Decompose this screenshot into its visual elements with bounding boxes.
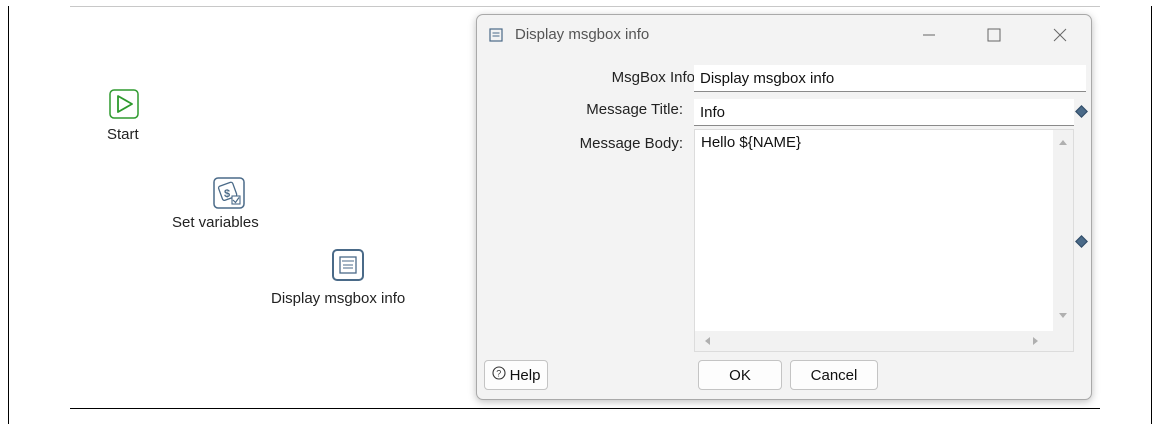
msgbox-dialog: Display msgbox info MsgBox Info Message … <box>476 14 1092 400</box>
help-button-label: Help <box>509 366 541 384</box>
ok-button-label: OK <box>729 366 751 384</box>
set-variables-icon: $ <box>213 177 245 214</box>
message-title-label: Message Title: <box>586 101 683 118</box>
msgbox-info-input[interactable] <box>694 65 1086 92</box>
frame-left-border <box>8 6 9 424</box>
msgbox-icon <box>332 249 364 286</box>
cancel-button[interactable]: Cancel <box>790 360 878 390</box>
node-label: Display msgbox info <box>271 290 406 307</box>
frame-top-border <box>70 6 1100 7</box>
maximize-button[interactable] <box>974 21 1014 49</box>
message-title-input[interactable] <box>694 99 1074 126</box>
help-button[interactable]: ? Help <box>484 360 548 390</box>
close-button[interactable] <box>1040 21 1080 49</box>
message-body-textarea[interactable]: Hello ${NAME} <box>695 130 1053 331</box>
svg-text:$: $ <box>224 188 230 200</box>
msgbox-icon <box>489 28 503 47</box>
minimize-button[interactable] <box>909 21 949 49</box>
cancel-button-label: Cancel <box>810 366 858 384</box>
dialog-title: Display msgbox info <box>515 26 650 43</box>
ok-button[interactable]: OK <box>698 360 782 390</box>
play-icon <box>109 89 139 124</box>
scrollbar-corner <box>1053 331 1073 351</box>
variable-diamond-icon[interactable] <box>1075 235 1088 248</box>
svg-text:?: ? <box>496 369 501 379</box>
dialog-titlebar[interactable]: Display msgbox info <box>477 15 1091 55</box>
frame-right-border <box>1151 6 1152 424</box>
node-label: Set variables <box>172 214 259 231</box>
msgbox-info-label: MsgBox Info <box>611 69 695 86</box>
help-icon: ? <box>492 366 506 384</box>
node-label: Start <box>107 126 139 143</box>
horizontal-scrollbar[interactable] <box>695 331 1053 351</box>
frame-bottom-border <box>70 408 1100 409</box>
message-body-container: Hello ${NAME} <box>694 129 1074 352</box>
variable-diamond-icon[interactable] <box>1075 105 1088 118</box>
message-body-label: Message Body: <box>579 135 683 152</box>
vertical-scrollbar[interactable] <box>1053 130 1073 331</box>
